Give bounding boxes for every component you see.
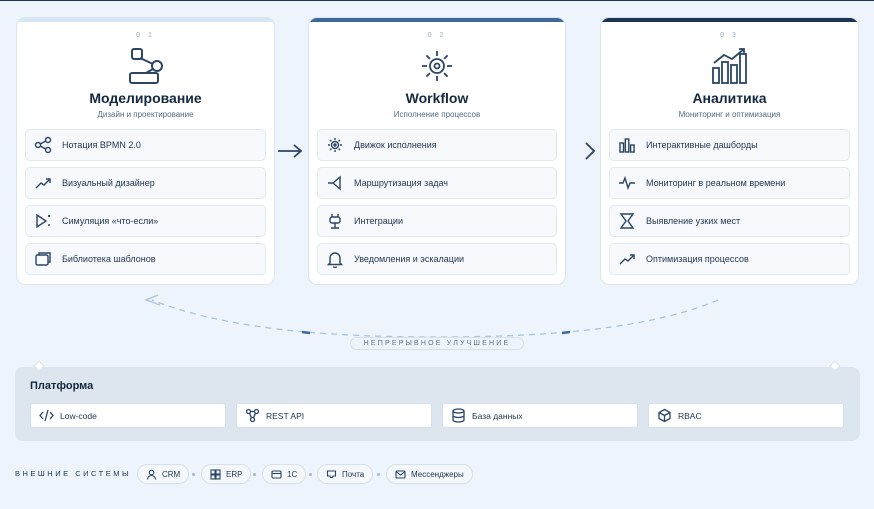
layers-icon (35, 252, 51, 266)
hourglass-icon (619, 213, 635, 229)
card-accent-bar (309, 18, 565, 22)
feature-label: Интеграции (354, 216, 403, 226)
bar-chart-icon (711, 48, 747, 84)
feature-item-visual-designer[interactable]: Визуальный дизайнер (25, 167, 266, 199)
feature-label: Библиотека шаблонов (62, 254, 156, 264)
external-chip-crm[interactable]: CRM (137, 464, 190, 484)
grid-icon (210, 468, 221, 480)
stage-title: Аналитика (692, 90, 767, 106)
feature-item-notifications[interactable]: Уведомления и эскалации (317, 243, 557, 275)
stage-number: 0 1 (136, 32, 155, 39)
feature-label: Оптимизация процессов (646, 254, 749, 264)
external-chip-1c[interactable]: 1С (262, 464, 307, 484)
platform-item-label: RBAC (678, 410, 702, 421)
share-nodes-icon (128, 48, 163, 84)
feature-item-bpmn[interactable]: Нотация BPMN 2.0 (25, 129, 266, 161)
stage-title: Моделирование (89, 90, 202, 106)
feature-item-realtime[interactable]: Мониторинг в реальном времени (609, 167, 850, 199)
feature-label: Интерактивные дашборды (646, 140, 758, 150)
chip-label: ERP (226, 469, 243, 479)
database-icon (452, 408, 465, 423)
feature-item-optimization[interactable]: Оптимизация процессов (609, 243, 850, 275)
platform-item-lowcode[interactable]: Low-code (30, 403, 226, 428)
feature-label: Движок исполнения (354, 140, 437, 150)
stage-title: Workflow (405, 90, 469, 106)
pulse-icon (619, 175, 635, 191)
feature-label: Визуальный дизайнер (62, 178, 155, 188)
continuous-improvement-label: НЕПРЕРЫВНОЕ УЛУЧШЕНИЕ (350, 337, 524, 350)
trend-up-icon (619, 254, 635, 265)
bars-icon (619, 138, 635, 153)
bell-icon (326, 252, 344, 268)
code-icon (39, 409, 54, 422)
stage-card-modeling: 0 1 Моделирование Дизайн и проектировани… (16, 17, 275, 285)
separator-dot (377, 473, 380, 476)
chip-label: Почта (342, 469, 365, 479)
external-chip-mail[interactable]: Почта (317, 464, 374, 484)
play-sparkle-icon (36, 213, 50, 229)
feature-label: Нотация BPMN 2.0 (62, 140, 141, 150)
separator-dot (253, 473, 256, 476)
external-chip-messengers[interactable]: Мессенджеры (386, 464, 473, 484)
stage-subtitle: Мониторинг и оптимизация (678, 110, 781, 119)
stage-number: 0 3 (720, 32, 739, 39)
platform-title: Платформа (30, 380, 94, 392)
stage-subtitle: Исполнение процессов (393, 110, 481, 119)
cube-icon (658, 408, 671, 423)
platform-item-label: Low-code (60, 410, 97, 421)
platform-item-rest-api[interactable]: REST API (236, 403, 432, 428)
external-chip-erp[interactable]: ERP (201, 464, 252, 484)
feature-item-bottlenecks[interactable]: Выявление узких мест (609, 205, 850, 237)
mail-tray-icon (326, 469, 337, 478)
chip-label: 1С (287, 469, 298, 479)
share-icon (34, 136, 52, 154)
platform-item-database[interactable]: База данных (442, 403, 638, 428)
feature-item-simulation[interactable]: Симуляция «что-если» (25, 205, 266, 237)
trend-up-icon (35, 178, 51, 189)
feature-label: Уведомления и эскалации (354, 254, 464, 264)
route-icon (328, 175, 341, 191)
platform-item-label: REST API (266, 410, 305, 421)
feature-item-routing[interactable]: Маршрутизация задач (317, 167, 557, 199)
feature-item-dashboards[interactable]: Интерактивные дашборды (609, 129, 850, 161)
separator-dot (309, 473, 312, 476)
sun-engine-icon (422, 51, 452, 81)
platform-item-rbac[interactable]: RBAC (648, 403, 844, 428)
feature-item-templates[interactable]: Библиотека шаблонов (25, 243, 266, 275)
plug-icon (329, 214, 341, 229)
external-systems-label: ВНЕШНИЕ СИСТЕМЫ (15, 469, 132, 478)
arrow-right-icon (278, 144, 303, 158)
chip-label: CRM (162, 469, 181, 479)
chevron-right-icon (585, 142, 596, 160)
stage-subtitle: Дизайн и проектирование (97, 110, 194, 119)
feature-item-engine[interactable]: Движок исполнения (317, 129, 557, 161)
card-accent-bar (601, 18, 858, 22)
api-icon (245, 408, 260, 423)
chip-label: Мессенджеры (411, 469, 464, 479)
gear-icon (328, 138, 342, 152)
card-accent-bar (17, 18, 274, 22)
separator-dot (192, 473, 195, 476)
stage-number: 0 2 (427, 32, 447, 39)
top-border (0, 0, 874, 1)
stage-card-workflow: 0 2 Workflow Исполнение процессов Движок… (308, 17, 566, 285)
message-icon (395, 469, 406, 479)
card-icon (271, 469, 282, 479)
feature-label: Симуляция «что-если» (62, 216, 159, 226)
stage-card-analytics: 0 3 Аналитика Мониторинг и оптимизация И… (600, 17, 859, 285)
user-icon (146, 469, 157, 480)
platform-item-label: База данных (472, 410, 523, 421)
feature-label: Мониторинг в реальном времени (646, 178, 786, 188)
feature-label: Маршрутизация задач (354, 178, 448, 188)
feature-label: Выявление узких мест (646, 216, 741, 226)
platform-panel: Платформа Low-code REST API База данных … (15, 367, 860, 441)
feature-item-integrations[interactable]: Интеграции (317, 205, 557, 237)
